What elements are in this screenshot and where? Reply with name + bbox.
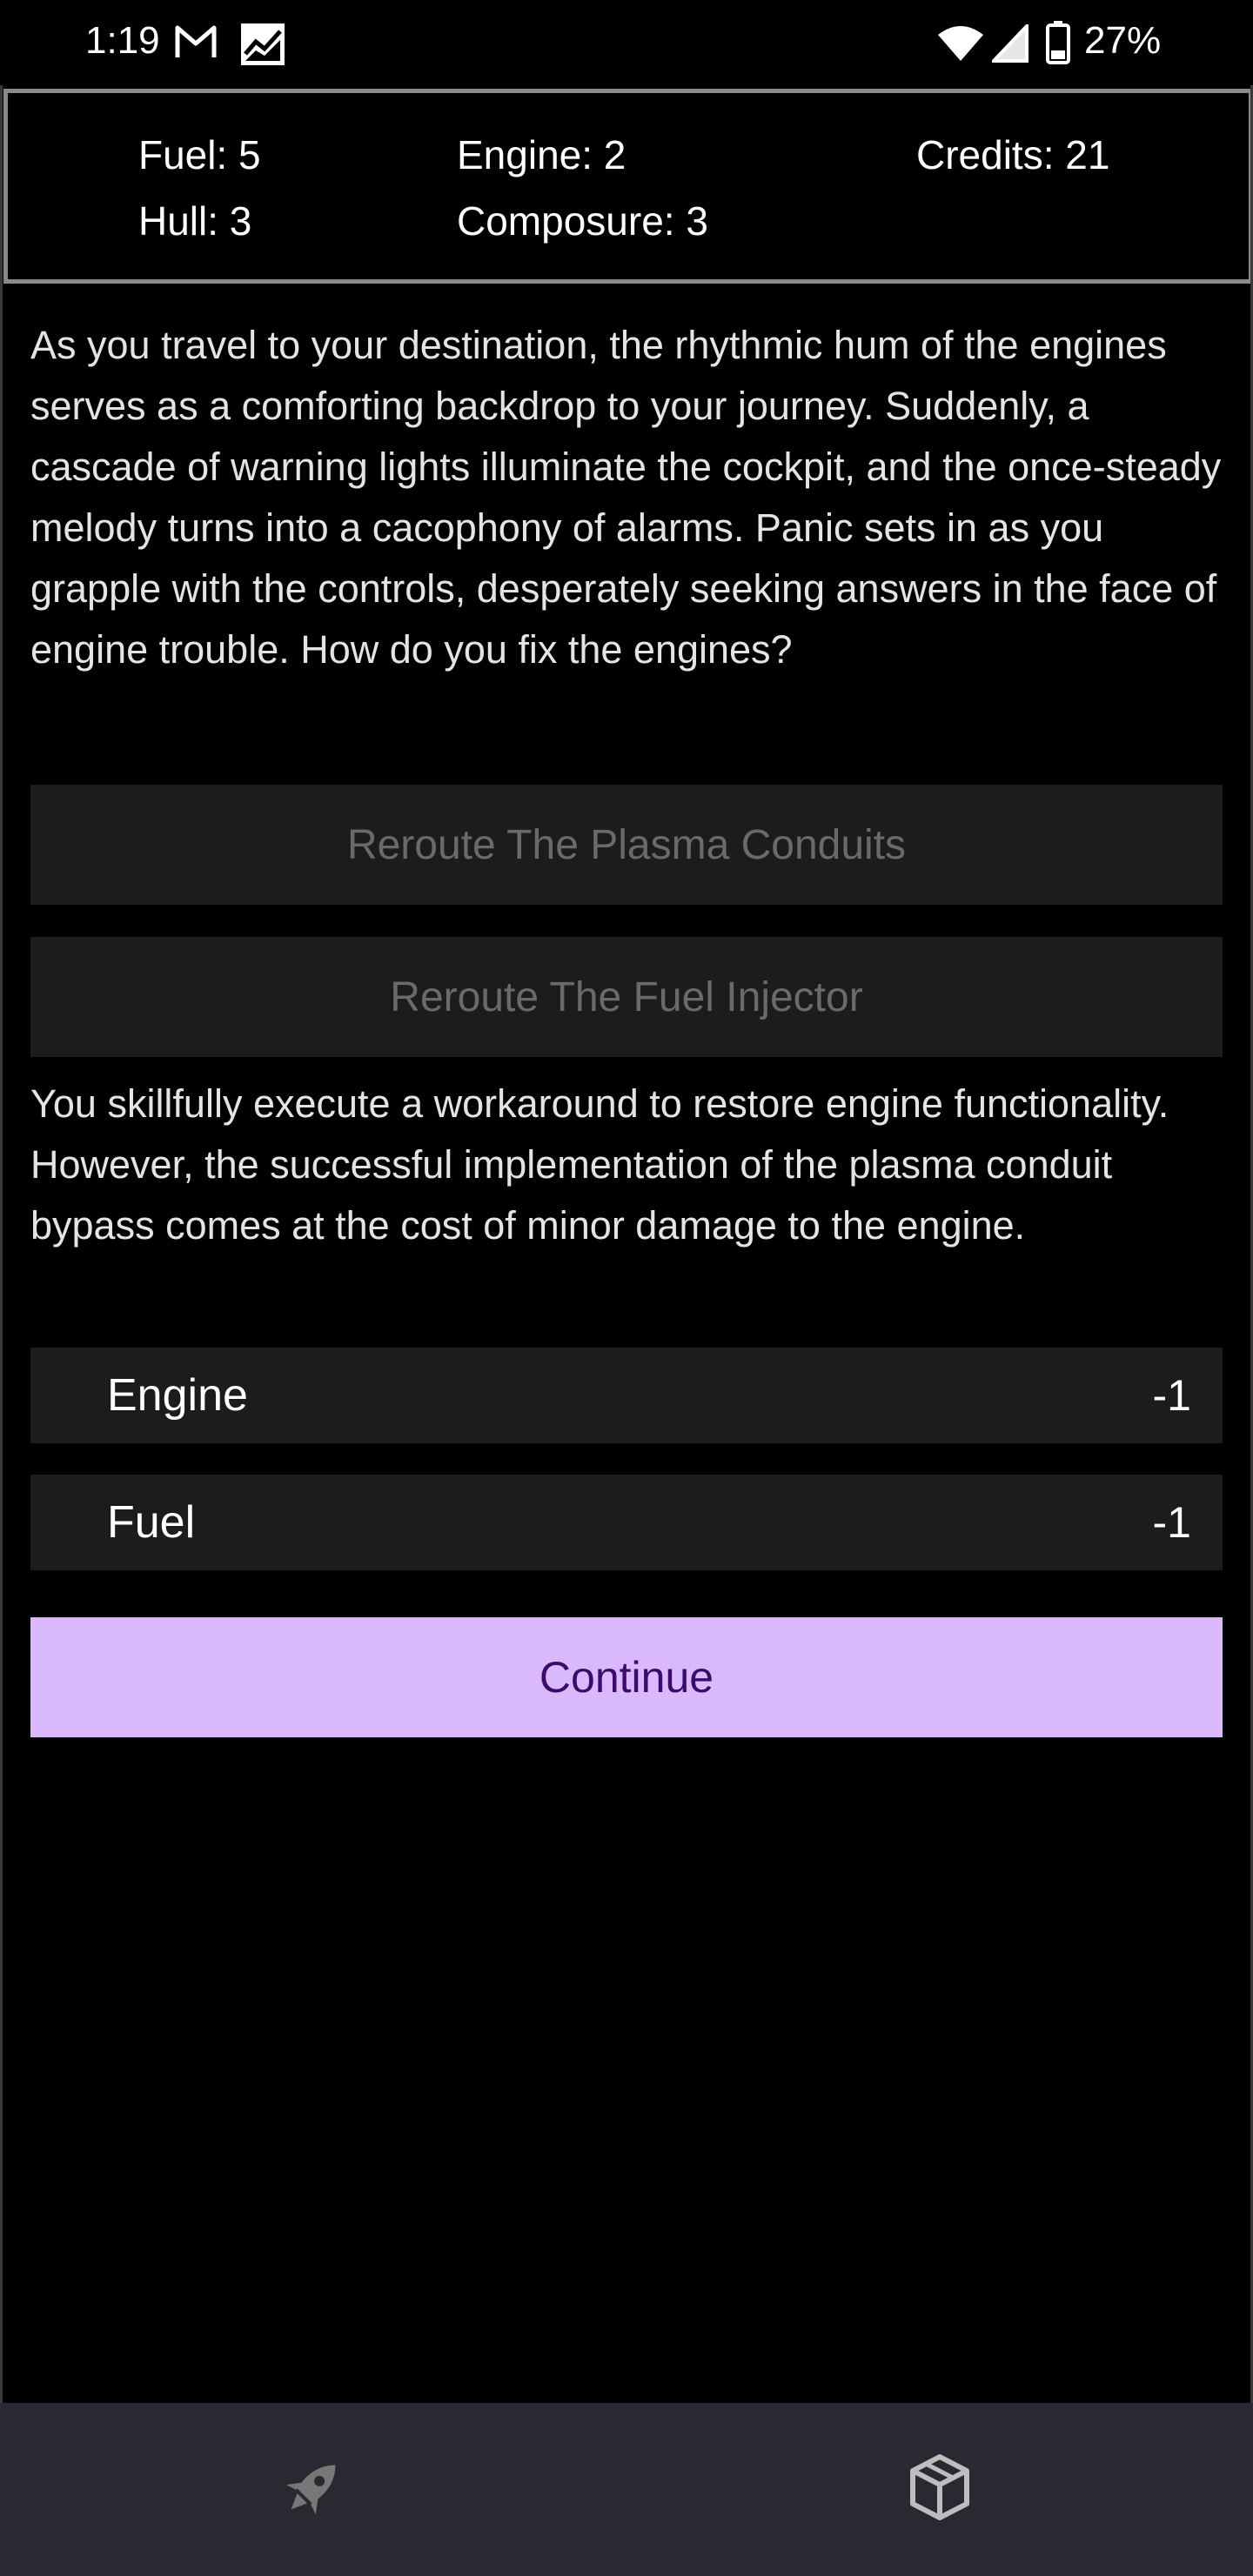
gmail-icon [174, 23, 218, 65]
stat-credits: Credits: 21 [916, 132, 1110, 177]
battery-icon [1046, 21, 1070, 69]
choice-plasma-conduits-button[interactable]: Reroute The Plasma Conduits [30, 785, 1223, 905]
effect-label: Engine [107, 1370, 248, 1421]
wifi-icon [936, 24, 985, 67]
status-time: 1:19 [85, 19, 160, 62]
stats-panel: Fuel: 5 Hull: 3 Engine: 2 Composure: 3 C… [3, 89, 1253, 284]
continue-button[interactable]: Continue [30, 1617, 1223, 1737]
bottom-navigation [0, 2403, 1253, 2576]
effect-value: -1 [1152, 1498, 1191, 1547]
effect-row-engine: Engine -1 [30, 1348, 1223, 1443]
nav-item-journey[interactable] [0, 2403, 626, 2576]
effect-value: -1 [1152, 1371, 1191, 1420]
story-intro-text: As you travel to your destination, the r… [30, 323, 1222, 672]
stat-composure: Composure: 3 [457, 198, 708, 244]
chart-app-icon [240, 23, 285, 70]
status-bar: 1:19 27% [0, 0, 1253, 85]
cube-icon [908, 2453, 972, 2526]
effect-label: Fuel [107, 1497, 196, 1548]
story-outcome-text: You skillfully execute a workaround to r… [30, 1081, 1169, 1248]
signal-icon [989, 21, 1029, 67]
effect-row-fuel: Fuel -1 [30, 1475, 1223, 1570]
stat-engine: Engine: 2 [457, 132, 626, 177]
stat-fuel: Fuel: 5 [138, 132, 261, 177]
choice-fuel-injector-button[interactable]: Reroute The Fuel Injector [30, 937, 1223, 1057]
frame-left-edge [0, 85, 3, 2576]
rocket-icon [278, 2452, 348, 2526]
stat-hull: Hull: 3 [138, 198, 252, 244]
battery-percent: 27% [1084, 19, 1162, 62]
nav-item-inventory[interactable] [626, 2403, 1253, 2576]
